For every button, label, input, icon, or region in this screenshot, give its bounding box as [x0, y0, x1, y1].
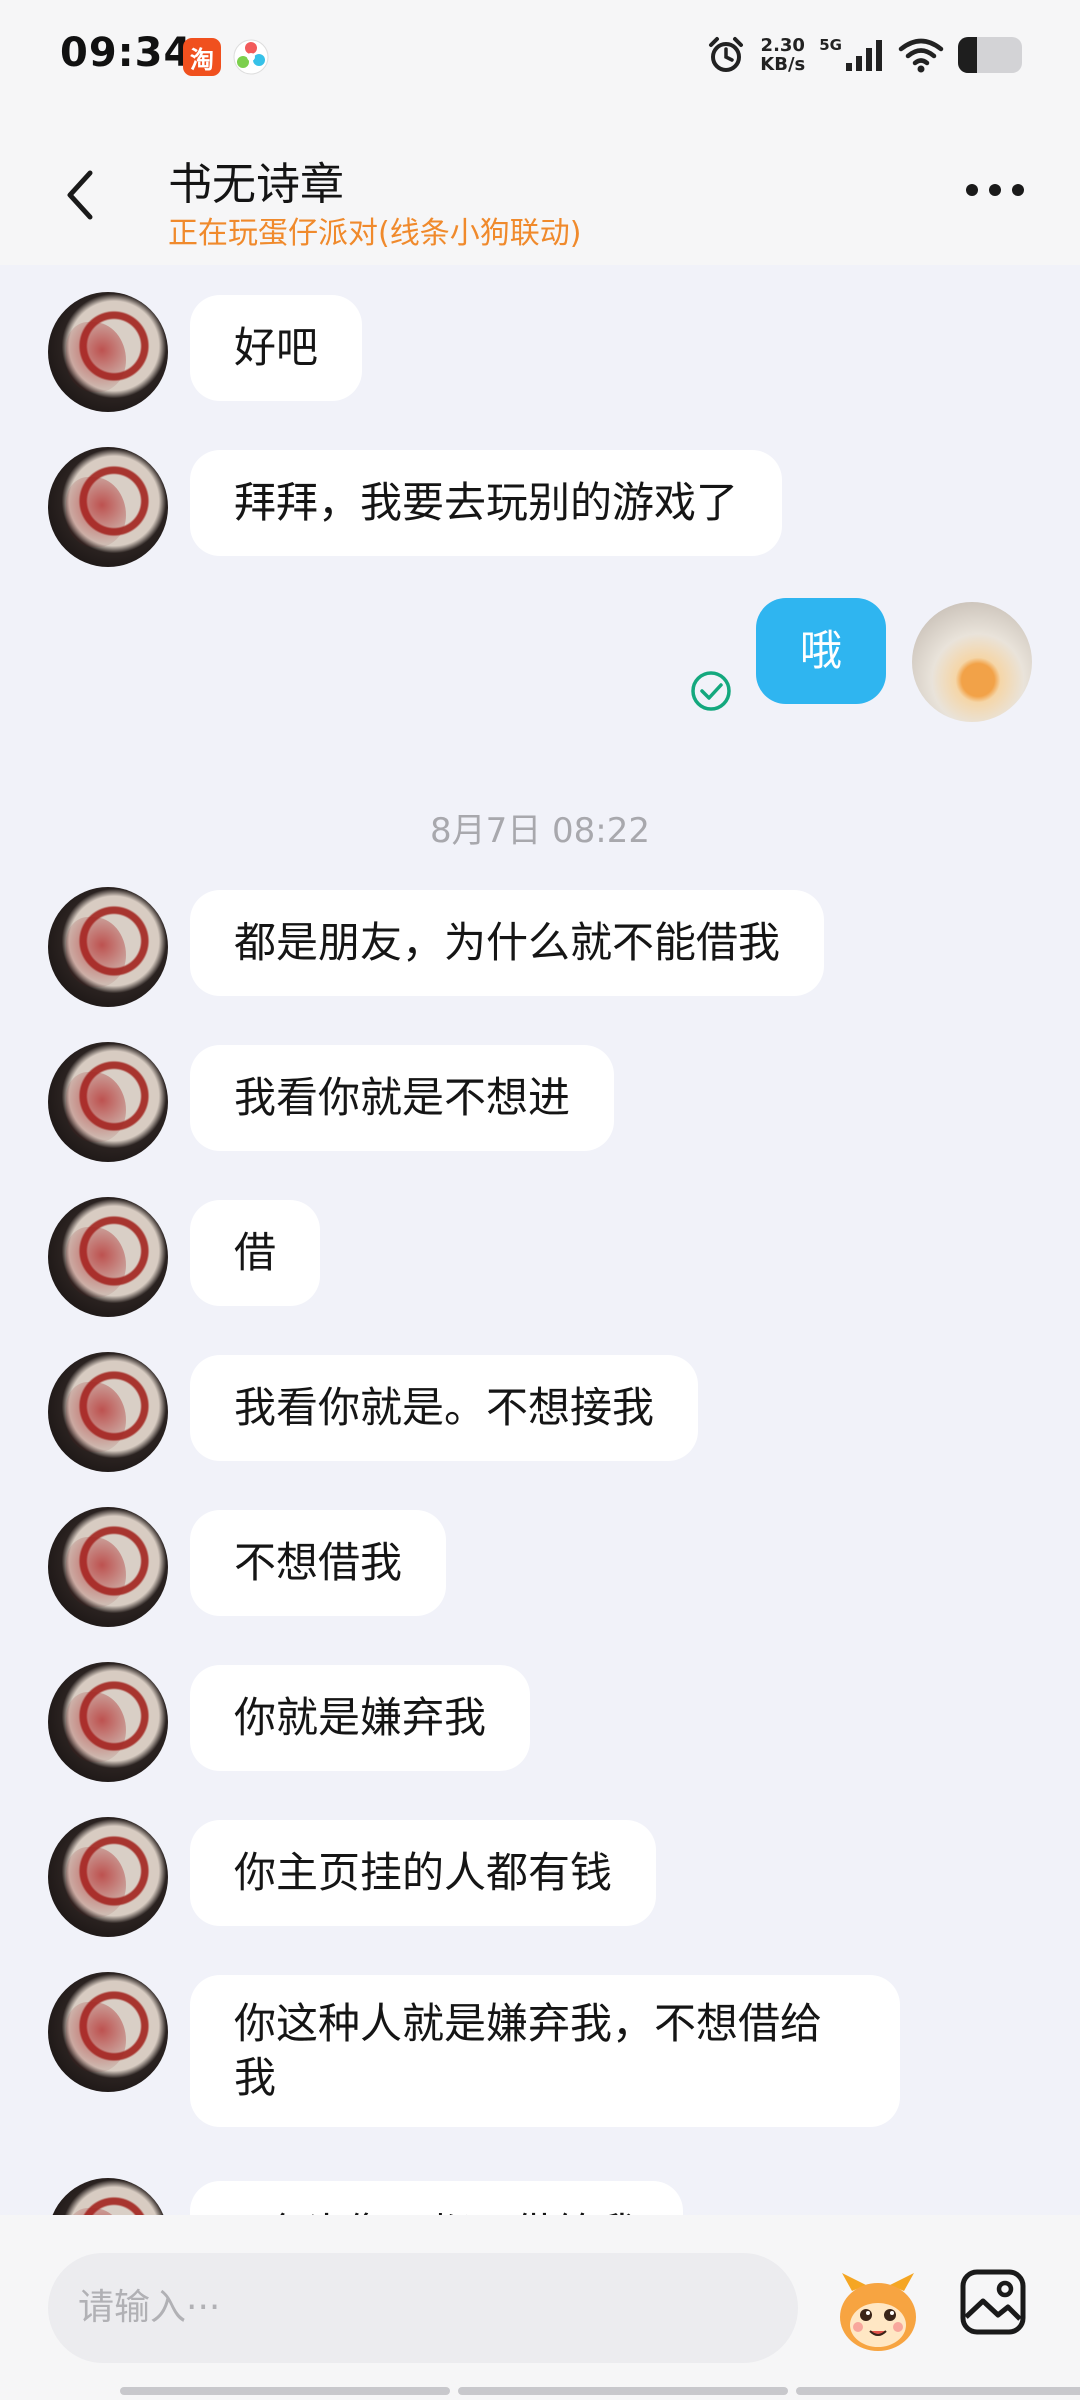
contact-avatar[interactable] — [48, 1197, 168, 1317]
network-speed-unit: KB/s — [760, 54, 806, 75]
back-arrow-icon[interactable] — [60, 165, 100, 225]
chat-header: 书无诗章 正在玩蛋仔派对(线条小狗联动) — [0, 110, 1080, 265]
input-bar: 请输入··· — [0, 2215, 1080, 2400]
contact-avatar[interactable] — [48, 447, 168, 567]
status-indicators: 2.30 KB/s 5G — [706, 30, 1022, 80]
my-message-bubble[interactable]: 哦 — [756, 598, 887, 704]
message-timestamp: 8月7日 08:22 — [429, 811, 651, 851]
network-type: 5G — [819, 36, 842, 54]
more-icon[interactable] — [964, 180, 1026, 200]
wifi-icon — [898, 38, 944, 73]
message-list[interactable]: 好吧 拜拜，我要去玩别的游戏了 哦 8月7日 08:22 都是朋友，为什么就不能… — [0, 265, 1080, 2215]
message-bubble[interactable]: 我看你就是不想进 — [190, 1045, 615, 1151]
message-bubble[interactable]: 好吧 — [190, 295, 363, 401]
contact-avatar[interactable] — [48, 2178, 168, 2215]
status-bar: 09:34 淘 2.30 KB/s 5G — [0, 0, 1080, 110]
contact-status: 正在玩蛋仔派对(线条小狗联动) — [168, 216, 582, 251]
alarm-icon — [709, 37, 744, 72]
message-bubble[interactable]: 你这种人就是嫌弃我，不想借给我 — [190, 1975, 900, 2127]
contact-name[interactable]: 书无诗章 — [168, 148, 344, 212]
contact-avatar[interactable] — [48, 292, 168, 412]
battery-level — [958, 37, 978, 73]
nav-segment — [120, 2387, 450, 2395]
taobao-app-icon: 淘 — [183, 38, 221, 76]
color-app-icon — [233, 39, 269, 75]
status-time: 09:34 — [60, 30, 193, 76]
network-speed: 2.30 KB/s — [760, 36, 805, 74]
message-bubble[interactable]: 我看你就是。不想接我 — [190, 1355, 699, 1461]
battery-icon — [958, 37, 1022, 73]
message-bubble[interactable]: 你就是嫌弃我 — [190, 1665, 531, 1771]
my-avatar[interactable] — [912, 602, 1032, 722]
nav-segment — [458, 2387, 788, 2395]
contact-avatar[interactable] — [48, 887, 168, 1007]
message-input[interactable]: 请输入··· — [48, 2253, 798, 2363]
mascot-emoji-icon[interactable] — [832, 2265, 924, 2357]
contact-avatar[interactable] — [48, 1972, 168, 2092]
nav-segment — [796, 2387, 1080, 2395]
message-bubble[interactable]: 5个头像了都不借给我 — [190, 2181, 683, 2215]
contact-avatar[interactable] — [48, 1352, 168, 1472]
contact-avatar[interactable] — [48, 1042, 168, 1162]
message-bubble[interactable]: 都是朋友，为什么就不能借我 — [190, 890, 825, 996]
message-bubble[interactable]: 借 — [190, 1200, 321, 1306]
signal-icon — [846, 40, 882, 71]
chat-screen: 09:34 淘 2.30 KB/s 5G 书无诗章 正在玩蛋仔派对(线条小狗联动… — [0, 0, 1080, 2400]
message-bubble[interactable]: 拜拜，我要去玩别的游戏了 — [190, 450, 783, 556]
network-speed-value: 2.30 — [760, 35, 805, 56]
sent-check-icon — [691, 671, 731, 711]
message-bubble[interactable]: 你主页挂的人都有钱 — [190, 1820, 657, 1926]
contact-avatar[interactable] — [48, 1662, 168, 1782]
contact-avatar[interactable] — [48, 1507, 168, 1627]
contact-avatar[interactable] — [48, 1817, 168, 1937]
image-picker-icon[interactable] — [958, 2267, 1028, 2337]
message-bubble[interactable]: 不想借我 — [190, 1510, 447, 1616]
gesture-nav-bar — [120, 2387, 1080, 2395]
